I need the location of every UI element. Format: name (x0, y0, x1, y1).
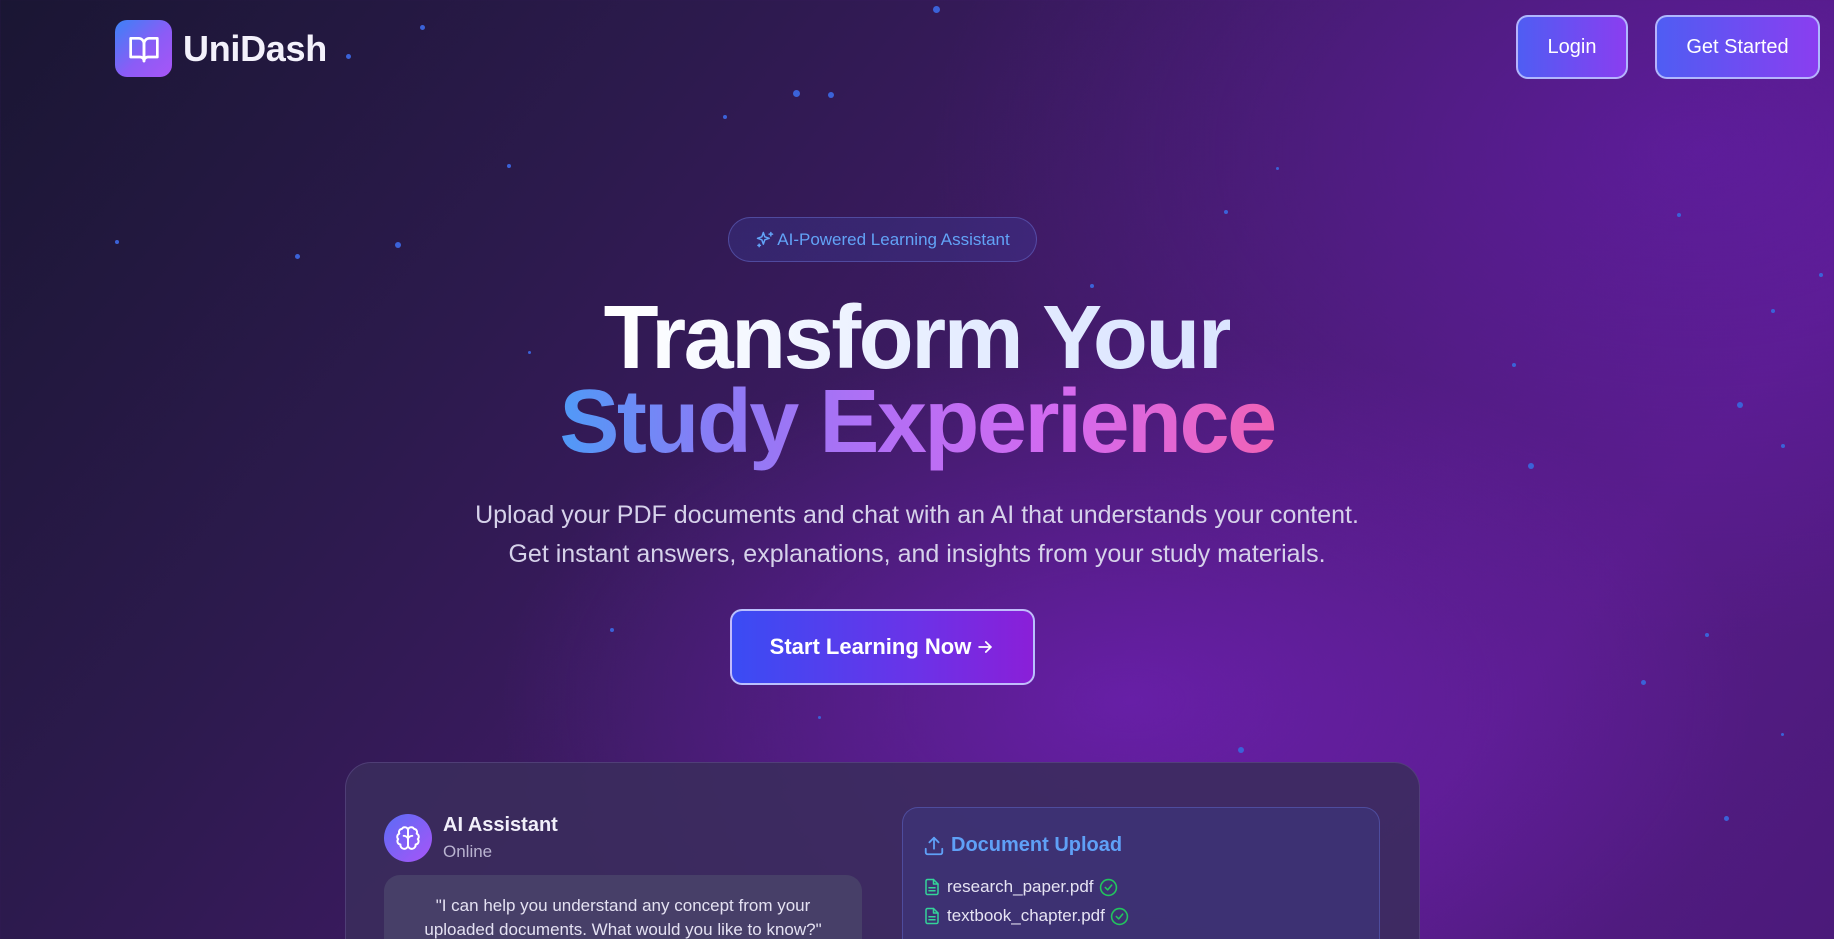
file-name: textbook_chapter.pdf (947, 906, 1105, 925)
start-learning-label: Start Learning Now (769, 634, 972, 659)
file-text-icon (925, 907, 939, 925)
sparkles-icon (757, 231, 774, 247)
hero-title-line2: Study Experience (559, 372, 1277, 472)
assistant-header: AI Assistant Online (384, 811, 558, 865)
brain-icon (384, 814, 432, 862)
brand-logo[interactable]: UniDash (115, 20, 327, 77)
brand-name: UniDash (183, 27, 327, 69)
login-button[interactable]: Login (1516, 15, 1628, 79)
hero-badge-label: AI-Powered Learning Assistant (777, 229, 1010, 249)
file-name: research_paper.pdf (947, 877, 1094, 896)
assistant-message-line2: uploaded documents. What would you like … (424, 920, 822, 939)
hero-subtitle-line1: Upload your PDF documents and chat with … (475, 501, 1359, 529)
start-learning-button[interactable]: Start Learning Now (730, 609, 1035, 685)
document-upload-label: Document Upload (951, 834, 1123, 856)
arrow-right-icon (978, 641, 993, 653)
file-text-icon (925, 878, 939, 896)
file-item[interactable]: research_paper.pdf (923, 877, 1118, 897)
check-circle-icon (1099, 878, 1117, 896)
hero-subtitle: Upload your PDF documents and chat with … (0, 496, 1834, 574)
upload-icon (924, 836, 944, 855)
file-item[interactable]: textbook_chapter.pdf (923, 906, 1129, 926)
assistant-status: Online (443, 842, 493, 861)
assistant-name: AI Assistant (443, 814, 558, 836)
book-open-icon (115, 20, 172, 77)
assistant-message: "I can help you understand any concept f… (384, 875, 862, 939)
document-upload-title: Document Upload (923, 834, 1122, 857)
get-started-button[interactable]: Get Started (1655, 15, 1820, 79)
assistant-message-line1: "I can help you understand any concept f… (435, 896, 811, 915)
hero-subtitle-line2: Get instant answers, explanations, and i… (508, 540, 1326, 568)
hero-badge: AI-Powered Learning Assistant (728, 217, 1037, 262)
check-circle-icon (1110, 907, 1129, 925)
